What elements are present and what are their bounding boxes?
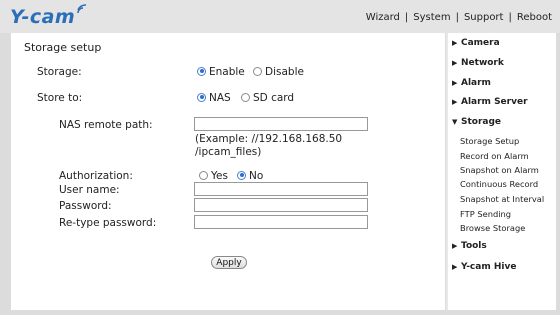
triangle-right-icon: ▶ (452, 242, 458, 250)
storage-enable-option[interactable]: Enable (197, 66, 245, 78)
username-label: User name: (59, 184, 120, 196)
retype-password-label: Re-type password: (59, 217, 157, 229)
wireless-signal-icon (77, 4, 87, 14)
storage-enable-radio[interactable] (197, 66, 206, 76)
wizard-link[interactable]: Wizard (366, 12, 400, 23)
sidebar-item-storage[interactable]: ▼ Storage (452, 117, 501, 127)
store-sdcard-option[interactable]: SD card (241, 92, 294, 104)
store-sdcard-radio[interactable] (241, 92, 250, 102)
triangle-down-icon: ▼ (452, 118, 458, 126)
sidebar: ▶ Camera ▶ Network ▶ Alarm ▶ Alarm Server ▼ S… (448, 33, 556, 310)
sidebar-item-label: Camera (461, 38, 500, 48)
sidebar-item-camera[interactable]: ▶ Camera (452, 38, 500, 48)
sidebar-item-label: Y-cam Hive (461, 262, 517, 272)
auth-no-radio[interactable] (237, 170, 246, 180)
sidebar-item-label: Tools (461, 241, 487, 251)
sidebar-item-label: Storage (461, 117, 502, 127)
sidebar-item-label: Alarm Server (461, 97, 528, 107)
triangle-right-icon: ▶ (452, 39, 458, 47)
nav-separator: | (508, 12, 512, 23)
nas-path-input[interactable] (194, 117, 368, 131)
sidebar-item-alarm[interactable]: ▶ Alarm (452, 78, 491, 88)
ycam-logo: Y-cam (10, 6, 76, 28)
sidebar-item-label: Alarm (461, 78, 491, 88)
support-link[interactable]: Support (464, 12, 504, 23)
nav-separator: | (404, 12, 409, 23)
auth-no-label: No (249, 170, 264, 182)
nas-path-hint-line2: /ipcam_files) (195, 146, 262, 158)
triangle-right-icon: ▶ (452, 59, 458, 67)
triangle-right-icon: ▶ (452, 79, 458, 87)
store-nas-radio[interactable] (197, 92, 206, 102)
nas-path-label: NAS remote path: (59, 119, 153, 131)
sidebar-subitem-record-on-alarm[interactable]: Record on Alarm (460, 151, 529, 161)
username-input[interactable] (194, 182, 368, 196)
top-nav: Wizard | System | Support | Reboot (366, 12, 552, 23)
auth-yes-radio[interactable] (199, 170, 208, 180)
sidebar-subitem-snapshot-on-alarm[interactable]: Snapshot on Alarm (460, 165, 539, 175)
sidebar-item-tools[interactable]: ▶ Tools (452, 241, 487, 251)
nav-separator: | (455, 12, 459, 23)
sidebar-subitem-storage-setup[interactable]: Storage Setup (460, 136, 519, 146)
sidebar-item-alarm-server[interactable]: ▶ Alarm Server (452, 97, 528, 107)
sidebar-subitem-browse-storage[interactable]: Browse Storage (460, 223, 525, 233)
reboot-link[interactable]: Reboot (517, 12, 552, 23)
page-title: Storage setup (24, 41, 102, 54)
auth-no-option[interactable]: No (237, 170, 263, 182)
password-input[interactable] (194, 198, 368, 212)
top-bar: Y-cam Wizard | System | Support | Reboot (0, 0, 560, 33)
sidebar-item-label: Network (461, 58, 504, 68)
authorization-label: Authorization: (59, 170, 133, 182)
sidebar-subitem-snapshot-at-interval[interactable]: Snapshot at Interval (460, 194, 544, 204)
storage-disable-option[interactable]: Disable (253, 66, 304, 78)
system-link[interactable]: System (413, 12, 450, 23)
store-sdcard-label: SD card (253, 92, 295, 104)
auth-yes-label: Yes (211, 170, 228, 182)
sidebar-item-network[interactable]: ▶ Network (452, 58, 504, 68)
main-panel: Storage setup Storage: Enable Disable St… (11, 33, 445, 310)
sidebar-item-ycam-hive[interactable]: ▶ Y-cam Hive (452, 262, 516, 272)
apply-button[interactable]: Apply (211, 256, 247, 269)
storage-enable-label: Enable (209, 66, 245, 78)
nas-path-hint-line1: (Example: //192.168.168.50 (195, 133, 343, 145)
sidebar-subitem-continuous-record[interactable]: Continuous Record (460, 179, 538, 189)
storage-label: Storage: (37, 66, 82, 78)
retype-password-input[interactable] (194, 215, 368, 229)
password-label: Password: (59, 200, 112, 212)
triangle-right-icon: ▶ (452, 98, 458, 106)
store-to-label: Store to: (37, 92, 83, 104)
auth-yes-option[interactable]: Yes (199, 170, 228, 182)
triangle-right-icon: ▶ (452, 263, 458, 271)
store-nas-option[interactable]: NAS (197, 92, 231, 104)
sidebar-subitem-ftp-sending[interactable]: FTP Sending (460, 209, 511, 219)
storage-disable-label: Disable (265, 66, 304, 78)
store-nas-label: NAS (209, 92, 231, 104)
storage-disable-radio[interactable] (253, 66, 262, 76)
